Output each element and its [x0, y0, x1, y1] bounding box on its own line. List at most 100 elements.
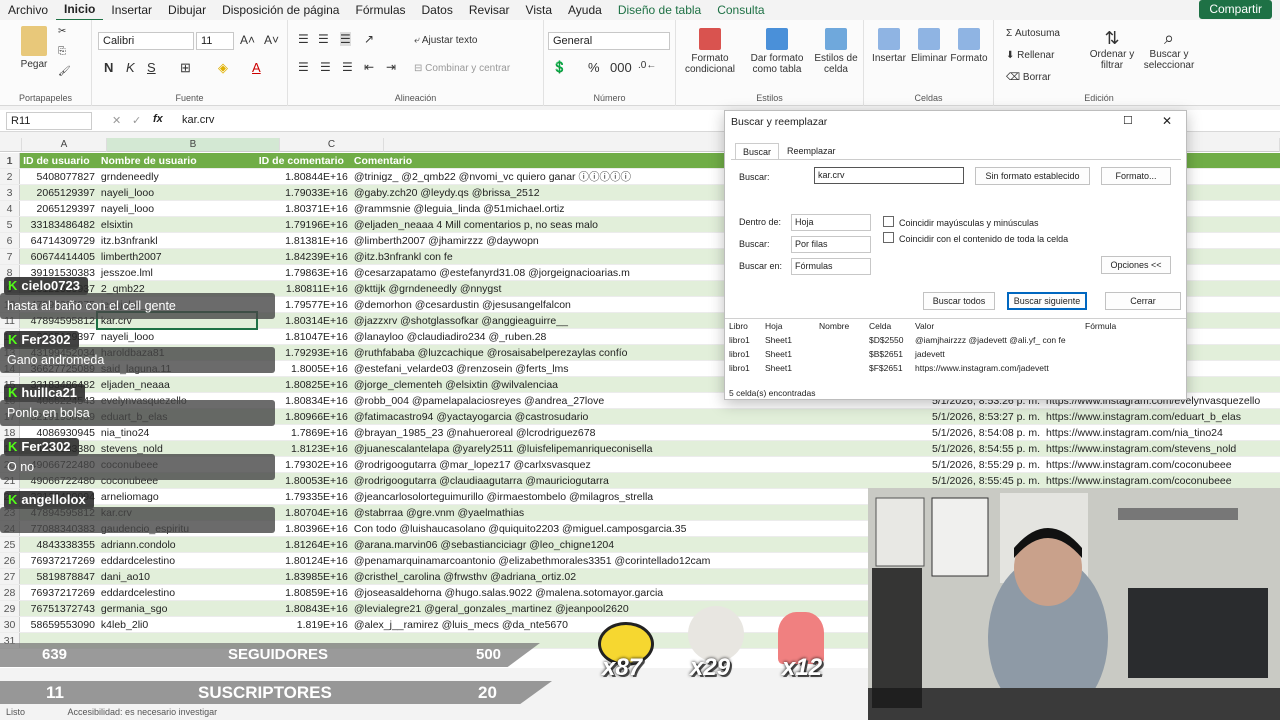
cancel-icon[interactable]: ✕ — [112, 114, 121, 127]
options-button[interactable]: Opciones << — [1101, 256, 1171, 274]
cell-a[interactable]: 58659553090 — [20, 617, 98, 632]
cell-d[interactable]: @rodrigoogutarra @claudiaagutarra @mauri… — [351, 473, 915, 488]
clear-button[interactable]: ⌫ Borrar — [1006, 72, 1051, 83]
cell-c[interactable]: 1.80825E+16 — [256, 377, 351, 392]
cell-f[interactable]: https://www.instagram.com/coconubeee — [1043, 473, 1280, 488]
cell-c[interactable]: 1.79863E+16 — [256, 265, 351, 280]
menu-tab-7[interactable]: Revisar — [461, 0, 518, 20]
format-as-table-button[interactable]: Dar formato como tabla — [742, 28, 812, 75]
cell-a[interactable]: 60674414405 — [20, 249, 98, 264]
row-number[interactable]: 30 — [0, 617, 21, 632]
result-row[interactable]: libro1 Sheet1 $B$2651 jadevett — [725, 347, 1186, 361]
format-button[interactable]: Formato... — [1101, 167, 1171, 185]
autosum-button[interactable]: Σ Autosuma — [1006, 28, 1060, 39]
find-next-button[interactable]: Buscar siguiente — [1007, 292, 1087, 310]
cell-c[interactable]: 1.81264E+16 — [256, 537, 351, 552]
shrink-font-icon[interactable]: A˅ — [264, 33, 279, 47]
look-in-select[interactable]: Fórmulas — [791, 258, 871, 275]
cell-a[interactable]: 76937217269 — [20, 585, 98, 600]
cell-c[interactable]: 1.79335E+16 — [256, 489, 351, 504]
cell-a[interactable]: 2065129397 — [20, 185, 98, 200]
cell-b[interactable]: grndeneedly — [98, 169, 256, 184]
cell-d[interactable]: @cristhel_carolina @frwsthv @adriana_ort… — [351, 569, 915, 584]
align-middle-icon[interactable]: ☰ — [318, 32, 329, 46]
menu-tab-9[interactable]: Ayuda — [560, 0, 610, 20]
decrease-indent-icon[interactable]: ⇤ — [364, 60, 374, 74]
cell-c[interactable]: 1.80843E+16 — [256, 601, 351, 616]
cell-c[interactable]: 1.80844E+16 — [256, 169, 351, 184]
row-number[interactable]: 27 — [0, 569, 21, 584]
increase-indent-icon[interactable]: ⇥ — [386, 60, 396, 74]
row-number[interactable]: 3 — [0, 185, 21, 200]
delete-cells-button[interactable]: Eliminar — [910, 28, 948, 64]
cell-b[interactable]: adriann.condolo — [98, 537, 256, 552]
menu-tab-10[interactable]: Diseño de tabla — [610, 0, 709, 20]
align-top-icon[interactable]: ☰ — [298, 32, 309, 46]
wrap-text-button[interactable]: ⤶ Ajustar texto — [414, 35, 477, 46]
cell-f[interactable]: https://www.instagram.com/coconubeee — [1043, 457, 1280, 472]
cell-c[interactable]: 1.80124E+16 — [256, 553, 351, 568]
align-right-icon[interactable]: ☰ — [342, 60, 353, 74]
maximize-icon[interactable]: ☐ — [1123, 114, 1133, 127]
copy-icon[interactable]: ⎘ — [58, 46, 66, 57]
grow-font-icon[interactable]: A˄ — [240, 33, 255, 47]
format-cells-button[interactable]: Formato — [950, 28, 988, 64]
menu-tab-5[interactable]: Fórmulas — [347, 0, 413, 20]
cell-b[interactable]: germania_sgo — [98, 601, 256, 616]
cell-e[interactable]: 5/1/2026, 8:54:55 p. m. — [915, 441, 1043, 456]
cell-d[interactable]: @jeancarlosolorteguimurillo @irmaestombe… — [351, 489, 915, 504]
cell-f[interactable]: https://www.instagram.com/nia_tino24 — [1043, 425, 1280, 440]
cell-e[interactable]: 5/1/2026, 8:53:27 p. m. — [915, 409, 1043, 424]
cell-b[interactable]: eddardcelestino — [98, 553, 256, 568]
format-painter-icon[interactable]: 🖌 — [58, 66, 71, 77]
number-format-select[interactable]: General — [548, 32, 670, 50]
row-number[interactable]: 28 — [0, 585, 21, 600]
cell-d[interactable]: @fatimacastro94 @yactayogarcia @castrosu… — [351, 409, 915, 424]
cell-c[interactable]: 1.7869E+16 — [256, 425, 351, 440]
cell-b[interactable]: k4leb_2li0 — [98, 617, 256, 632]
cell-a[interactable]: 76751372743 — [20, 601, 98, 616]
table-row[interactable]: 18 4086930945 nia_tino24 1.7869E+16 @brayan_… — [0, 425, 1280, 441]
tab-replace[interactable]: Reemplazar — [787, 143, 836, 159]
cell-c[interactable]: 1.819E+16 — [256, 617, 351, 632]
align-left-icon[interactable]: ☰ — [298, 60, 309, 74]
row-number[interactable]: 29 — [0, 601, 21, 616]
orientation-icon[interactable]: ↗ — [364, 32, 374, 46]
within-select[interactable]: Hoja — [791, 214, 871, 231]
insert-cells-button[interactable]: Insertar — [870, 28, 908, 64]
menu-tab-1[interactable]: Inicio — [56, 0, 104, 21]
cell-b[interactable]: dani_ao10 — [98, 569, 256, 584]
cell-d[interactable]: @penamarquinamarcoantonio @elizabethmora… — [351, 553, 915, 568]
cell-c[interactable]: 1.83985E+16 — [256, 569, 351, 584]
row-number[interactable]: 7 — [0, 249, 21, 264]
merge-center-button[interactable]: ⊟ Combinar y centrar — [414, 63, 510, 74]
increase-decimal-icon[interactable]: .0← — [638, 60, 656, 71]
cell-c[interactable]: 1.80859E+16 — [256, 585, 351, 600]
cell-b[interactable]: jesszoe.lml — [98, 265, 256, 280]
italic-button[interactable]: K — [126, 60, 135, 75]
conditional-format-button[interactable]: Formato condicional — [680, 28, 740, 75]
cell-c[interactable]: 1.80371E+16 — [256, 201, 351, 216]
column-header-b[interactable]: B — [107, 138, 280, 152]
fill-button[interactable]: ⬇ Rellenar — [1006, 50, 1054, 61]
fill-color-icon[interactable]: ◈ — [218, 60, 228, 76]
cell-c[interactable]: 1.79196E+16 — [256, 217, 351, 232]
cell-b[interactable]: eljaden_neaaa — [98, 377, 256, 392]
cut-icon[interactable]: ✂ — [58, 26, 66, 37]
column-header-c[interactable]: C — [280, 138, 384, 152]
row-number[interactable]: 5 — [0, 217, 21, 232]
menu-tab-11[interactable]: Consulta — [709, 0, 772, 20]
results-column-header[interactable]: Nombre — [815, 319, 865, 333]
cell-f[interactable]: https://www.instagram.com/stevens_nold — [1043, 441, 1280, 456]
borders-icon[interactable]: ⊞ — [180, 60, 191, 76]
tab-find[interactable]: Buscar — [735, 143, 779, 159]
cell-b[interactable]: nayeli_looo — [98, 201, 256, 216]
find-what-input[interactable]: kar.crv — [814, 167, 964, 184]
comma-style-icon[interactable]: 000 — [610, 60, 632, 75]
match-entire-checkbox[interactable]: Coincidir con el contenido de toda la ce… — [883, 232, 1068, 244]
cell-d[interactable]: @joseasaldehorna @hugo.salas.9022 @malen… — [351, 585, 915, 600]
cell-b[interactable]: nayeli_looo — [98, 185, 256, 200]
row-number[interactable]: 6 — [0, 233, 21, 248]
results-column-header[interactable]: Fórmula — [1081, 319, 1181, 333]
menu-tab-2[interactable]: Insertar — [103, 0, 160, 20]
